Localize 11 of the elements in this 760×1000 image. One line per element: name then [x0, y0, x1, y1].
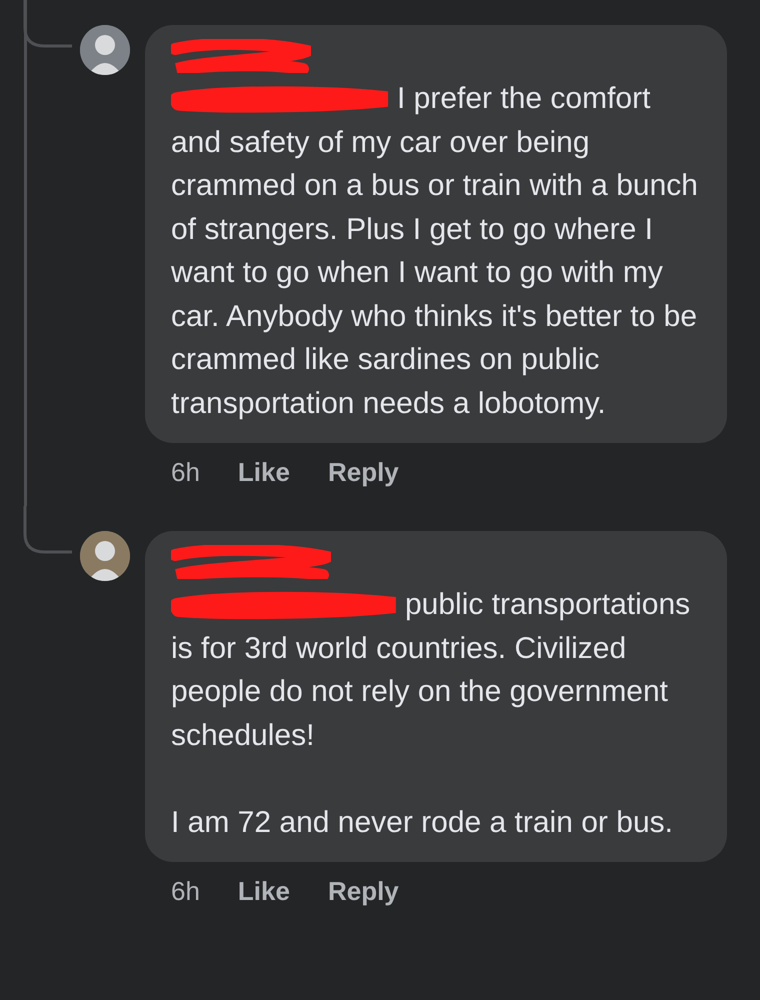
timestamp: 6h	[171, 876, 200, 907]
comment-text: public transportations is for 3rd world countries. Civilized people do not rely on the government schedules!	[171, 587, 692, 754]
timestamp: 6h	[171, 457, 200, 488]
reply-button[interactable]: Reply	[328, 876, 399, 907]
like-button[interactable]: Like	[238, 457, 290, 488]
comment-text: I prefer the comfort and safety of my car over being crammed on a bus or train with a bunch of strangers. Plus I get to go where I want to go when I want to go with my car. Anybody who thinks it's better to be crammed like sardines on public transportation needs a lobotomy.	[171, 81, 699, 422]
avatar[interactable]	[80, 531, 130, 581]
reply-button[interactable]: Reply	[328, 457, 399, 488]
comment-text: I am 72 and never rode a train or bus.	[171, 804, 674, 840]
avatar[interactable]	[80, 25, 130, 75]
like-button[interactable]: Like	[238, 876, 290, 907]
